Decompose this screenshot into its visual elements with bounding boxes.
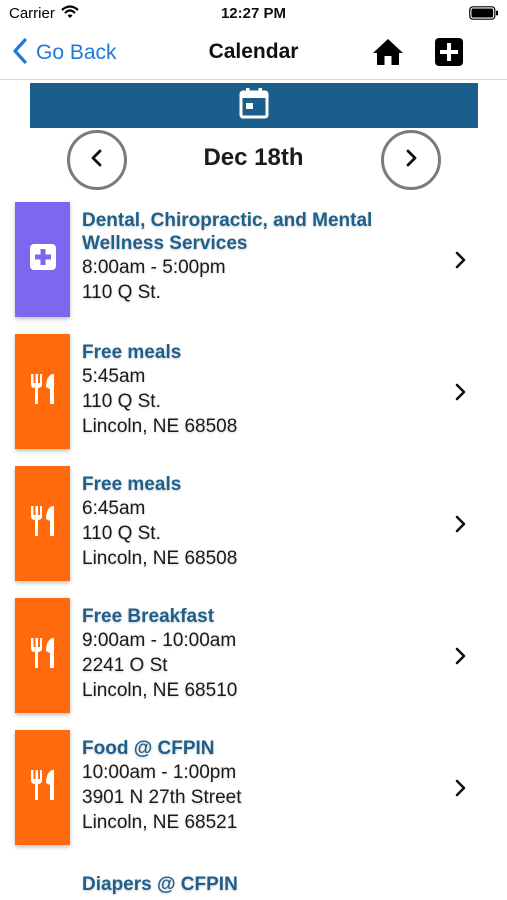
event-category-tile (15, 202, 70, 317)
event-list-item[interactable]: Free meals 6:45am 110 Q St. Lincoln, NE … (0, 464, 507, 584)
event-details: Free meals 6:45am 110 Q St. Lincoln, NE … (82, 473, 442, 571)
medical-plus-icon (26, 239, 60, 280)
event-category-tile (15, 334, 70, 449)
event-time: 6:45am (82, 498, 146, 519)
event-details: Free Breakfast 9:00am - 10:00am 2241 O S… (82, 605, 442, 703)
chevron-right-icon (454, 382, 468, 402)
event-address: 110 Q St. (82, 282, 161, 303)
event-address: 3901 N 27th Street (82, 787, 242, 808)
event-title: Free Breakfast (82, 606, 215, 627)
event-time: 9:00am - 10:00am (82, 630, 237, 651)
event-details: Food @ CFPIN 10:00am - 1:00pm 3901 N 27t… (82, 737, 442, 835)
status-bar: Carrier 12:27 PM (0, 0, 507, 28)
chevron-left-icon (12, 37, 28, 69)
clock-time: 12:27 PM (220, 5, 287, 22)
event-city: Lincoln, NE 68510 (82, 680, 238, 701)
event-details: Diapers @ CFPIN (82, 873, 442, 896)
event-city: Lincoln, NE 68508 (82, 416, 238, 437)
event-title: Dental, Chiropractic, and Mental Wellnes… (82, 210, 373, 254)
chevron-right-icon (403, 148, 419, 173)
chevron-right-icon (454, 250, 468, 270)
event-list-item[interactable]: Free Breakfast 9:00am - 10:00am 2241 O S… (0, 596, 507, 716)
chevron-right-icon (454, 646, 468, 666)
battery-icon (469, 6, 499, 20)
go-back-button[interactable]: Go Back (12, 37, 117, 69)
fork-knife-icon (26, 503, 60, 544)
plus-square-icon (434, 38, 464, 71)
event-city: Lincoln, NE 68521 (82, 812, 238, 833)
chevron-right-icon (454, 514, 468, 534)
event-address: 2241 O St (82, 655, 168, 676)
event-list-item[interactable]: Dental, Chiropractic, and Mental Wellnes… (0, 200, 507, 320)
event-time: 5:45am (82, 366, 146, 387)
event-title: Diapers @ CFPIN (82, 874, 238, 895)
chevron-right-icon (454, 778, 468, 798)
add-event-button[interactable] (434, 37, 464, 67)
go-back-label: Go Back (36, 41, 117, 64)
event-city: Lincoln, NE 68508 (82, 548, 238, 569)
event-address: 110 Q St. (82, 391, 161, 412)
event-time: 10:00am - 1:00pm (82, 762, 237, 783)
event-details: Free meals 5:45am 110 Q St. Lincoln, NE … (82, 341, 442, 439)
fork-knife-icon (26, 635, 60, 676)
event-address: 110 Q St. (82, 523, 161, 544)
navigation-bar: Go Back Calendar (0, 28, 507, 80)
event-title: Free meals (82, 342, 182, 363)
event-category-tile (15, 598, 70, 713)
home-button[interactable] (372, 37, 404, 67)
event-time: 8:00am - 5:00pm (82, 257, 226, 278)
event-list-item[interactable]: Free meals 5:45am 110 Q St. Lincoln, NE … (0, 332, 507, 452)
home-icon (372, 39, 404, 71)
fork-knife-icon (26, 767, 60, 808)
calendar-icon (239, 87, 269, 124)
calendar-picker-button[interactable] (30, 83, 478, 128)
event-title: Food @ CFPIN (82, 738, 215, 759)
date-navigator: Dec 18th (0, 128, 507, 192)
next-day-button[interactable] (381, 130, 441, 190)
event-details: Dental, Chiropractic, and Mental Wellnes… (82, 209, 442, 305)
event-category-tile (15, 730, 70, 845)
event-list-item[interactable]: Diapers @ CFPIN (0, 860, 507, 900)
fork-knife-icon (26, 371, 60, 412)
event-title: Free meals (82, 474, 182, 495)
event-category-tile (15, 466, 70, 581)
event-list-item[interactable]: Food @ CFPIN 10:00am - 1:00pm 3901 N 27t… (0, 728, 507, 848)
